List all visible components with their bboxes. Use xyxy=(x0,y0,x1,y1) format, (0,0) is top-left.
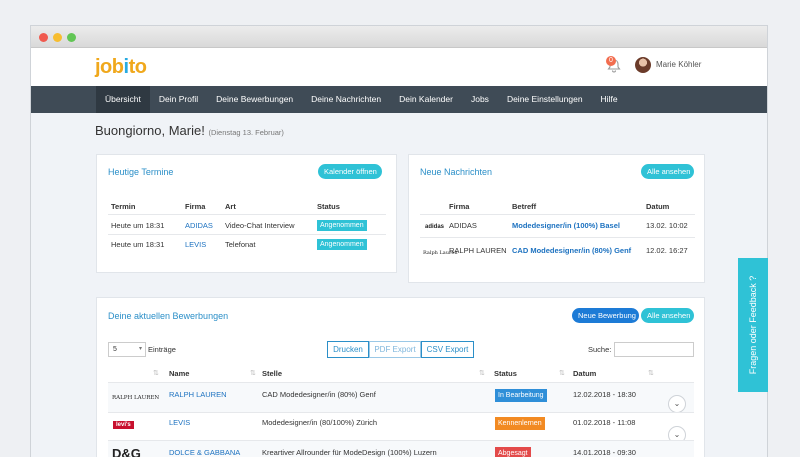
message-row-2-datum: 12.02. 16:27 xyxy=(646,246,688,255)
divider xyxy=(108,214,386,215)
application-row-3-stelle: Kreartiver Allrounder für ModeDesign (10… xyxy=(262,448,437,457)
sort-icon[interactable]: ⇅ xyxy=(153,369,159,377)
status-badge: In Bearbeitung xyxy=(495,389,547,402)
nachrichten-card: Neue Nachrichten Alle ansehen Firma Betr… xyxy=(408,154,705,283)
nav-item-hilfe[interactable]: Hilfe xyxy=(592,86,627,113)
application-row-2-name[interactable]: LEVIS xyxy=(169,418,190,427)
termine-header-art[interactable]: Art xyxy=(225,202,236,211)
message-row-1-datum: 13.02. 10:02 xyxy=(646,221,688,230)
notification-badge: 0 xyxy=(606,56,616,66)
bewerbungen-title: Deine aktuellen Bewerbungen xyxy=(108,311,229,321)
application-row-1-stelle: CAD Modedesigner/in (80%) Genf xyxy=(262,390,376,399)
bewerbungen-header-status[interactable]: Status xyxy=(494,369,517,378)
minimize-window-button[interactable] xyxy=(53,33,62,42)
bewerbungen-header-stelle[interactable]: Stelle xyxy=(262,369,282,378)
message-row-2-firma: RALPH LAUREN xyxy=(449,246,507,255)
levis-logo: levi's xyxy=(113,421,134,429)
termine-header-status[interactable]: Status xyxy=(317,202,340,211)
entries-label: Einträge xyxy=(148,345,176,354)
app-header: jobito 0 Marie Köhler xyxy=(31,48,767,86)
application-row-2-datum: 01.02.2018 - 11:08 xyxy=(573,418,636,427)
divider xyxy=(420,237,695,238)
termine-card: Heutige Termine Kalender öffnen Termin F… xyxy=(96,154,397,273)
feedback-tab[interactable]: Fragen oder Feedback ? xyxy=(738,258,768,392)
bewerbungen-header-datum[interactable]: Datum xyxy=(573,369,596,378)
nachrichten-alle-ansehen-button[interactable]: Alle ansehen xyxy=(641,164,694,179)
csv-export-button[interactable]: CSV Export xyxy=(421,341,474,358)
nachrichten-header-firma[interactable]: Firma xyxy=(449,202,469,211)
chevron-down-icon: ⌄ xyxy=(673,399,681,408)
maximize-window-button[interactable] xyxy=(67,33,76,42)
termin-row-2-art: Telefonat xyxy=(225,240,256,249)
termine-title: Heutige Termine xyxy=(108,167,174,177)
pdf-export-button[interactable]: PDF Export xyxy=(369,341,421,358)
divider xyxy=(108,234,386,235)
avatar[interactable] xyxy=(635,57,651,73)
nachrichten-header-datum[interactable]: Datum xyxy=(646,202,669,211)
status-badge: Angenommen xyxy=(317,239,367,250)
application-row-3-datum: 14.01.2018 - 09:30 xyxy=(573,448,636,457)
expand-row-button[interactable]: ⌄ xyxy=(668,395,686,413)
user-name[interactable]: Marie Köhler xyxy=(656,60,701,69)
sort-icon[interactable]: ⇅ xyxy=(479,369,485,377)
nachrichten-title: Neue Nachrichten xyxy=(420,167,493,177)
search-input[interactable] xyxy=(614,342,694,357)
adidas-logo: adidas xyxy=(425,224,445,230)
bewerbungen-card: Deine aktuellen Bewerbungen Neue Bewerbu… xyxy=(96,297,705,457)
bewerbungen-alle-ansehen-button[interactable]: Alle ansehen xyxy=(641,308,694,323)
application-row-1-name[interactable]: RALPH LAUREN xyxy=(169,390,227,399)
divider xyxy=(420,214,695,215)
termine-header-termin[interactable]: Termin xyxy=(111,202,135,211)
neue-bewerbung-button[interactable]: Neue Bewerbung xyxy=(572,308,639,323)
nav-item-profil[interactable]: Dein Profil xyxy=(150,86,207,113)
entries-select[interactable]: 5 ▾ xyxy=(108,342,146,357)
application-row-2-stelle: Modedesigner/in (80/100%) Zürich xyxy=(262,418,378,427)
status-badge: Abgesagt xyxy=(495,447,531,457)
main-nav: Übersicht Dein Profil Deine Bewerbungen … xyxy=(31,86,767,113)
termin-row-2-time: Heute um 18:31 xyxy=(111,240,165,249)
termin-row-1-firma[interactable]: ADIDAS xyxy=(185,221,213,230)
close-window-button[interactable] xyxy=(39,33,48,42)
application-row-3-name[interactable]: DOLCE & GABBANA xyxy=(169,448,240,457)
nav-item-bewerbungen[interactable]: Deine Bewerbungen xyxy=(207,86,302,113)
dg-logo: D&G xyxy=(112,446,141,457)
chevron-down-icon: ⌄ xyxy=(673,430,681,439)
greeting-date: (Dienstag 13. Februar) xyxy=(208,128,284,137)
divider xyxy=(108,412,694,413)
page-title: Buongiorno, Marie! (Dienstag 13. Februar… xyxy=(95,123,284,138)
bewerbungen-header-name[interactable]: Name xyxy=(169,369,189,378)
nav-item-jobs[interactable]: Jobs xyxy=(462,86,498,113)
status-badge: Angenommen xyxy=(317,220,367,231)
sort-icon[interactable]: ⇅ xyxy=(559,369,565,377)
message-row-1-firma: ADIDAS xyxy=(449,221,477,230)
nav-item-kalender[interactable]: Dein Kalender xyxy=(390,86,462,113)
sort-icon[interactable]: ⇅ xyxy=(648,369,654,377)
browser-window: jobito 0 Marie Köhler Übersicht Dein Pro… xyxy=(30,25,768,457)
search-label: Suche: xyxy=(588,345,612,354)
termin-row-1-art: Video-Chat Interview xyxy=(225,221,295,230)
drucken-button[interactable]: Drucken xyxy=(327,341,369,358)
termin-row-1-time: Heute um 18:31 xyxy=(111,221,165,230)
feedback-label[interactable]: Fragen oder Feedback ? xyxy=(748,276,758,375)
application-row-1-datum: 12.02.2018 - 18:30 xyxy=(573,390,636,399)
termin-row-2-firma[interactable]: LEVIS xyxy=(185,240,206,249)
message-row-1-betreff[interactable]: Modedesigner/in (100%) Basel xyxy=(512,221,620,230)
jobito-logo[interactable]: jobito xyxy=(95,56,147,79)
nav-item-einstellungen[interactable]: Deine Einstellungen xyxy=(498,86,592,113)
window-titlebar xyxy=(31,26,767,48)
sort-icon[interactable]: ⇅ xyxy=(250,369,256,377)
nav-item-nachrichten[interactable]: Deine Nachrichten xyxy=(302,86,390,113)
kalender-oeffnen-button[interactable]: Kalender öffnen xyxy=(318,164,382,179)
nachrichten-header-betreff[interactable]: Betreff xyxy=(512,202,536,211)
message-row-2-betreff[interactable]: CAD Modedesigner/in (80%) Genf xyxy=(512,246,631,255)
termine-header-firma[interactable]: Firma xyxy=(185,202,205,211)
ralph-lauren-logo: RALPH LAUREN xyxy=(112,395,160,401)
status-badge: Kennenlernen xyxy=(495,417,545,430)
nav-item-uebersicht[interactable]: Übersicht xyxy=(96,86,150,113)
